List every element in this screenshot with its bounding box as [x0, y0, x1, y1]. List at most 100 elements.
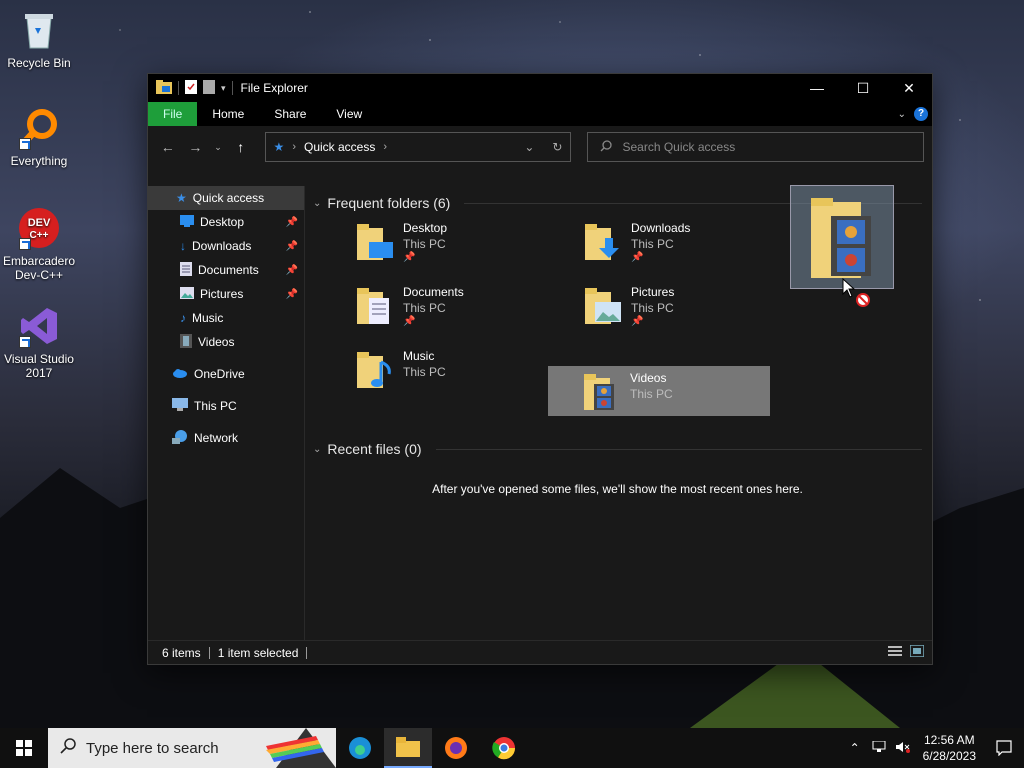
folder-tile-music[interactable]: Music This PC [347, 344, 569, 396]
folder-tile-pictures[interactable]: Pictures This PC 📌 [575, 280, 797, 332]
taskbar-search-placeholder: Type here to search [86, 739, 219, 757]
recent-files-header[interactable]: ⌄ Recent files (0) [313, 436, 922, 462]
folder-tile-videos[interactable]: Videos This PC [548, 366, 770, 416]
breadcrumb-quick-access[interactable]: Quick access [304, 140, 375, 154]
taskbar-edge[interactable] [336, 728, 384, 768]
collapse-chevron-icon[interactable]: ⌄ [313, 198, 321, 209]
refresh-icon[interactable]: ↻ [552, 140, 562, 154]
desktop-icon [180, 214, 194, 230]
up-arrow-icon[interactable]: ↑ [229, 135, 253, 159]
desktop-icon-label: Embarcadero Dev-C++ [2, 254, 76, 282]
search-box[interactable]: Search Quick access [587, 132, 925, 162]
picture-icon [180, 286, 194, 302]
tab-file[interactable]: File [148, 102, 198, 126]
clock[interactable]: 12:56 AM 6/28/2023 [915, 732, 984, 764]
expand-ribbon-icon[interactable]: ⌄ [898, 109, 906, 120]
address-dropdown-icon[interactable]: ⌄ [524, 140, 534, 154]
taskbar-file-explorer[interactable] [384, 728, 432, 768]
sidebar-item-documents[interactable]: Documents 📌 [148, 258, 304, 282]
folder-location: This PC [403, 365, 446, 379]
folder-tile-desktop[interactable]: Desktop This PC 📌 [347, 216, 569, 268]
breadcrumb-chevron-icon[interactable]: › [292, 141, 296, 153]
document-icon [180, 261, 192, 279]
sidebar-item-label: Quick access [192, 191, 265, 205]
close-button[interactable]: ✕ [886, 74, 932, 102]
taskbar-firefox[interactable] [432, 728, 480, 768]
folder-tile-documents[interactable]: Documents This PC 📌 [347, 280, 569, 332]
pin-icon: 📌 [403, 316, 416, 327]
sidebar-item-music[interactable]: ♪ Music [148, 306, 304, 330]
title-bar[interactable]: ▾ File Explorer — ☐ ✕ [148, 74, 932, 102]
group-title: Recent files (0) [327, 441, 422, 457]
maximize-button[interactable]: ☐ [840, 74, 886, 102]
sidebar-item-this-pc[interactable]: This PC [148, 394, 304, 418]
desktop-icon-visual-studio[interactable]: Visual Studio 2017 [0, 304, 78, 380]
recent-locations-chevron-icon[interactable]: ⌄ [211, 135, 225, 159]
tab-view[interactable]: View [321, 102, 377, 126]
firefox-icon [445, 737, 467, 759]
breadcrumb-chevron-icon[interactable]: › [383, 141, 387, 153]
desktop-icon-everything[interactable]: Everything [0, 106, 78, 168]
sidebar-item-desktop[interactable]: Desktop 📌 [148, 210, 304, 234]
shortcut-arrow-icon [19, 138, 31, 150]
sidebar-item-downloads[interactable]: ↓ Downloads 📌 [148, 234, 304, 258]
download-arrow-icon: ↓ [180, 239, 186, 253]
network-status-icon[interactable] [867, 740, 891, 756]
ribbon-tabs: File Home Share View ⌄ ? [148, 102, 932, 126]
volume-muted-icon[interactable] [891, 741, 915, 756]
sidebar-item-videos[interactable]: Videos [148, 330, 304, 354]
sidebar-item-label: Videos [198, 335, 235, 349]
folder-name: Documents [403, 285, 464, 299]
pin-icon: 📌 [631, 316, 644, 327]
taskbar-chrome[interactable] [480, 728, 528, 768]
svg-text:C++: C++ [30, 230, 49, 241]
folder-location: This PC [403, 301, 446, 315]
toolbar-separator [178, 81, 179, 95]
pictures-folder-icon [583, 284, 623, 326]
folder-name: Pictures [631, 285, 675, 299]
sidebar-item-network[interactable]: Network [148, 426, 304, 450]
downloads-folder-icon [583, 220, 623, 262]
new-folder-icon[interactable] [203, 79, 215, 97]
folder-name: Music [403, 349, 435, 363]
music-note-icon: ♪ [180, 311, 186, 325]
address-bar[interactable]: ★ › Quick access › ⌄ ↻ [264, 132, 572, 162]
toolbar-separator [231, 81, 233, 95]
network-icon [172, 429, 188, 447]
videos-folder-icon [811, 198, 871, 278]
collapse-chevron-icon[interactable]: ⌄ [313, 444, 321, 455]
desktop-icon-devcpp[interactable]: DEV C++ Embarcadero Dev-C++ [0, 206, 78, 282]
sidebar-item-label: Pictures [200, 287, 244, 301]
star-icon: ★ [273, 140, 285, 154]
folder-icon [156, 79, 172, 97]
folder-tile-downloads[interactable]: Downloads This PC 📌 [575, 216, 797, 268]
pin-icon: 📌 [285, 264, 298, 276]
group-title: Frequent folders (6) [327, 195, 451, 211]
sidebar-item-quick-access[interactable]: ★ Quick access [148, 186, 304, 210]
help-icon[interactable]: ? [914, 107, 928, 121]
drag-preview [790, 185, 894, 289]
details-view-icon[interactable] [888, 645, 902, 660]
start-button[interactable] [0, 728, 48, 768]
tab-home[interactable]: Home [197, 102, 259, 126]
sidebar-item-onedrive[interactable]: OneDrive [148, 362, 304, 386]
recycle-bin-icon [17, 8, 61, 52]
action-center-button[interactable] [984, 740, 1024, 756]
search-placeholder: Search Quick access [622, 140, 736, 154]
search-icon [600, 139, 613, 155]
forward-arrow-icon[interactable]: → [184, 135, 208, 159]
desktop-icon-recycle-bin[interactable]: Recycle Bin [0, 8, 78, 70]
sidebar-item-pictures[interactable]: Pictures 📌 [148, 282, 304, 306]
back-arrow-icon[interactable]: ← [156, 135, 180, 159]
shortcut-arrow-icon [19, 238, 31, 250]
taskbar-search-box[interactable]: Type here to search [48, 728, 336, 768]
minimize-button[interactable]: — [794, 74, 840, 102]
navigation-bar: ← → ⌄ ↑ ★ › Quick access › ⌄ ↻ Search Qu… [148, 126, 932, 168]
tab-share[interactable]: Share [259, 102, 321, 126]
properties-icon[interactable] [185, 79, 197, 97]
large-icons-view-icon[interactable] [909, 644, 925, 660]
show-hidden-icons-chevron-icon[interactable]: ⌃ [843, 741, 867, 755]
computer-icon [172, 398, 188, 414]
quick-access-toolbar: ▾ [156, 79, 233, 97]
qat-dropdown-icon[interactable]: ▾ [221, 83, 226, 94]
